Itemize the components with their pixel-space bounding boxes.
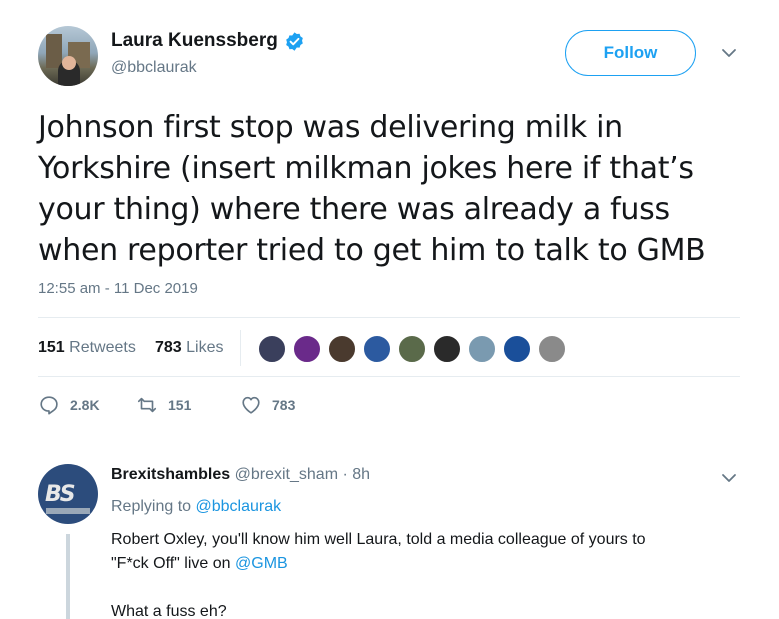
retweet-count: 151 [168,397,192,413]
tweet-text-line: Johnson first stop was delivering milk i… [38,110,623,145]
retweet-button[interactable]: 151 [136,394,191,416]
reply-icon [40,396,58,415]
reply-separator: · [342,466,348,483]
liker-avatar[interactable] [257,334,287,364]
liker-avatar[interactable] [327,334,357,364]
reply-header: Brexitshambles @brexit_sham · 8h [111,466,370,484]
tweet-text-line: your thing) where there was already a fu… [38,192,670,227]
verified-badge-icon [286,31,303,51]
tweet-text-line: when reporter tried to get him to talk t… [38,233,706,268]
author-display-name[interactable]: Laura Kuenssberg [111,30,278,52]
author-handle[interactable]: @bbclaurak [111,59,197,77]
liker-avatars [257,332,572,366]
replying-to-link[interactable]: @bbclaurak [196,498,282,515]
retweet-icon [137,397,157,413]
author-name-row[interactable]: Laura Kuenssberg [111,30,305,52]
reply-body: Robert Oxley, you'll know him well Laura… [111,528,731,619]
heart-icon [242,396,260,414]
tweet-stats: 151 Retweets 783 Likes [38,317,740,377]
liker-avatar[interactable] [537,334,567,364]
chevron-down-icon[interactable] [720,471,738,485]
liker-avatar[interactable] [362,334,392,364]
retweets-count: 151 [38,339,65,356]
tweet-timestamp[interactable]: 12:55 am - 11 Dec 2019 [38,280,198,297]
reply-button[interactable]: 2.8K [38,394,100,416]
likes-count: 783 [155,339,182,356]
like-button[interactable]: 783 [240,394,295,416]
reply-avatar-logo: BS [45,482,76,507]
reply-count: 2.8K [70,397,100,413]
reply-display-name[interactable]: Brexitshambles [111,466,230,483]
tweet-actions: 2.8K 151 783 [38,392,438,420]
liker-avatar[interactable] [502,334,532,364]
reply-handle[interactable]: @brexit_sham [235,466,338,483]
liker-avatar[interactable] [467,334,497,364]
likes-stat[interactable]: 783 Likes [155,339,224,357]
follow-button[interactable]: Follow [565,30,696,76]
reply-body-line: Robert Oxley, you'll know him well Laura… [111,531,646,548]
liker-avatar[interactable] [432,334,462,364]
like-count: 783 [272,397,296,413]
tweet-text-line: Yorkshire (insert milkman jokes here if … [38,151,694,186]
liker-avatar[interactable] [397,334,427,364]
author-avatar[interactable] [38,26,98,86]
reply-time[interactable]: 8h [352,466,370,483]
tweet-header: Laura Kuenssberg @bbclaurak Follow [38,26,748,88]
reply-tweet[interactable]: BS Brexitshambles @brexit_sham · 8h Repl… [38,458,748,619]
tweet-text: Johnson first stop was delivering milk i… [38,107,748,271]
retweets-stat[interactable]: 151 Retweets [38,339,136,357]
thread-line [66,534,70,619]
retweets-label: Retweets [69,339,136,356]
reply-body-line: What a fuss eh? [111,603,227,619]
mention-link[interactable]: @GMB [235,555,288,572]
likes-label: Likes [186,339,224,356]
replying-to: Replying to @bbclaurak [111,498,281,516]
liker-avatar[interactable] [292,334,322,364]
reply-avatar[interactable]: BS [38,464,98,524]
stats-divider [240,330,241,366]
chevron-down-icon[interactable] [720,46,738,60]
replying-prefix: Replying to [111,498,192,515]
reply-body-line: "F*ck Off" live on [111,555,231,572]
